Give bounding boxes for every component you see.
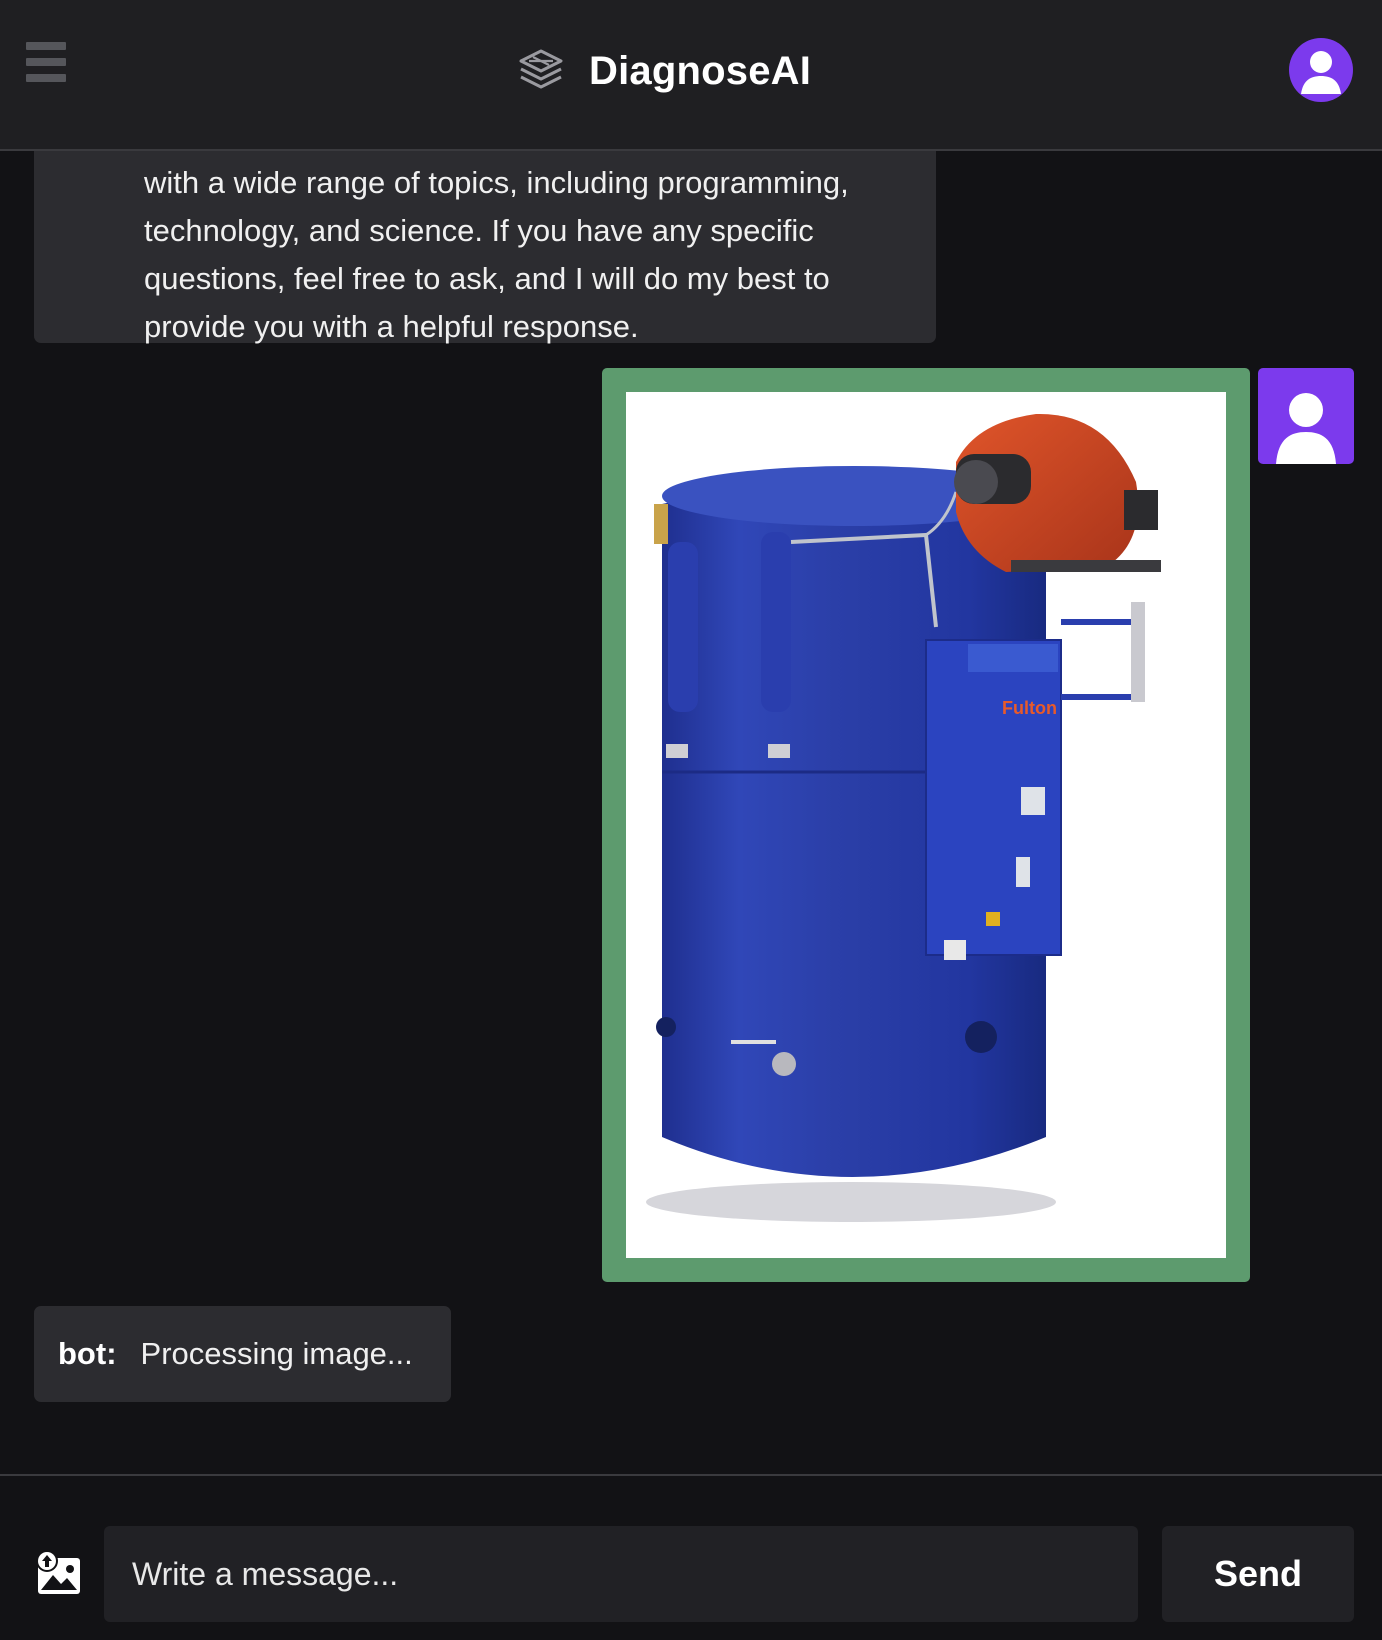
user-avatar-icon bbox=[1258, 368, 1354, 464]
message-text: Processing image... bbox=[140, 1336, 413, 1371]
message-line: with a wide range of topics, including p… bbox=[144, 165, 849, 200]
sender-label: bot: bbox=[58, 1336, 117, 1371]
brand: DiagnoseAI bbox=[515, 40, 811, 102]
brand-label: Fulton bbox=[1002, 698, 1057, 718]
bot-message: bot: Processing image... bbox=[34, 1306, 451, 1402]
user-avatar-icon[interactable] bbox=[1289, 38, 1353, 102]
send-button[interactable]: Send bbox=[1162, 1526, 1354, 1622]
boiler-photo: Fulton bbox=[646, 413, 1161, 1222]
stacked-layers-icon bbox=[519, 49, 563, 89]
hamburger-menu-icon[interactable] bbox=[26, 42, 66, 82]
message-composer: Send bbox=[0, 1474, 1382, 1640]
message-line: technology, and science. If you have any… bbox=[144, 213, 814, 248]
message-line: provide you with a helpful response. bbox=[144, 309, 639, 344]
chat-messages: with a wide range of topics, including p… bbox=[0, 151, 1382, 1474]
bot-message: with a wide range of topics, including p… bbox=[34, 151, 936, 344]
message-line: questions, feel free to ask, and I will … bbox=[144, 261, 830, 296]
app-name: DiagnoseAI bbox=[589, 48, 812, 93]
message-input[interactable] bbox=[104, 1526, 1138, 1622]
uploaded-image[interactable]: Fulton bbox=[626, 392, 1226, 1258]
top-header: DiagnoseAI bbox=[0, 0, 1382, 151]
image-upload-icon[interactable] bbox=[34, 1548, 84, 1598]
user-image-message: Fulton bbox=[602, 368, 1250, 1282]
chat-app: DiagnoseAI with a wide range of topics, … bbox=[0, 0, 1382, 1640]
